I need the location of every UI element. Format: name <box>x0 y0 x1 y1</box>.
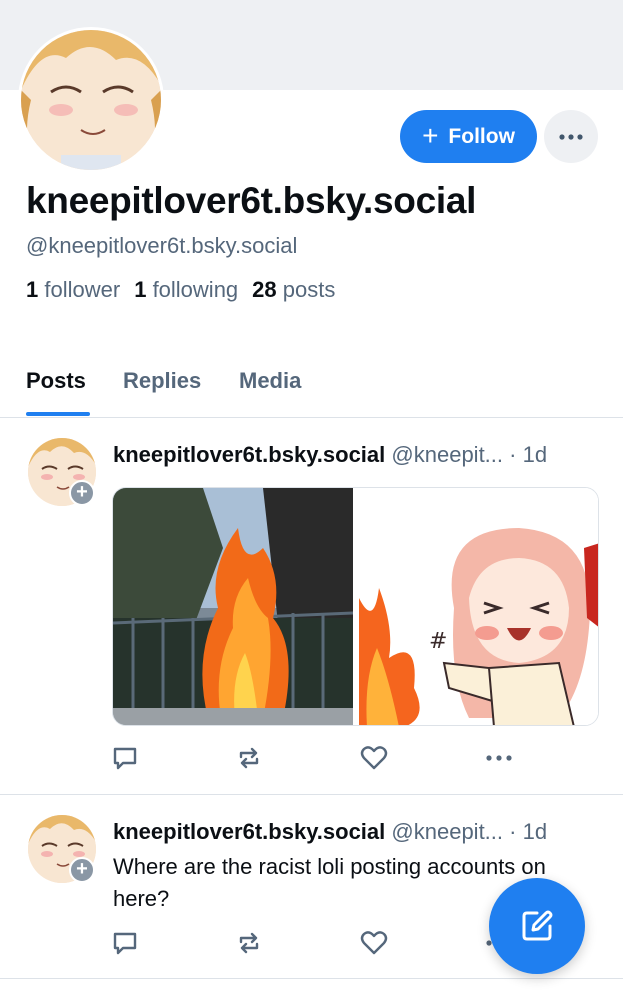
followers-label: follower <box>44 277 121 302</box>
repost-icon[interactable] <box>234 928 264 958</box>
reply-icon[interactable] <box>110 743 140 773</box>
like-icon[interactable] <box>359 928 389 958</box>
tab-posts[interactable]: Posts <box>26 368 86 394</box>
profile-handle: @kneepitlover6t.bsky.social <box>26 233 298 258</box>
follow-avatar-plus-icon[interactable]: + <box>69 857 95 883</box>
post-actions <box>110 928 530 958</box>
post-author[interactable]: kneepitlover6t.bsky.social <box>113 442 385 467</box>
following-stat[interactable]: 1 following <box>134 277 238 303</box>
follow-avatar-plus-icon[interactable]: + <box>69 480 95 506</box>
plus-icon: + <box>422 119 439 151</box>
post-time[interactable]: · 1d <box>509 442 547 467</box>
ellipsis-icon <box>559 133 583 140</box>
active-tab-indicator <box>26 412 90 416</box>
post-header: kneepitlover6t.bsky.social @kneepit... ·… <box>113 442 547 468</box>
tab-media[interactable]: Media <box>239 368 301 394</box>
profile-more-button[interactable] <box>544 110 598 163</box>
post-handle[interactable]: @kneepit... <box>391 442 503 467</box>
profile-tabs: Posts Replies Media <box>0 350 623 418</box>
posts-label: posts <box>282 277 336 302</box>
compose-icon <box>522 910 553 941</box>
post-image-fire[interactable] <box>113 488 353 725</box>
followers-stat[interactable]: 1 follower <box>26 277 120 303</box>
profile-stats: 1 follower 1 following 28 posts <box>26 277 335 303</box>
follow-button[interactable]: + Follow <box>400 110 537 163</box>
svg-text:#: # <box>429 629 447 654</box>
posts-count: 28 <box>252 277 277 302</box>
post-header: kneepitlover6t.bsky.social @kneepit... ·… <box>113 819 547 845</box>
reply-icon[interactable] <box>110 928 140 958</box>
tab-replies[interactable]: Replies <box>123 368 201 394</box>
post-author[interactable]: kneepitlover6t.bsky.social <box>113 819 385 844</box>
following-label: following <box>152 277 239 302</box>
like-icon[interactable] <box>359 743 389 773</box>
anime-character-sticker: # <box>359 488 598 725</box>
post-media-grid: # <box>112 487 599 726</box>
avatar-image <box>21 30 161 170</box>
post-image-sticker[interactable]: # <box>359 488 598 725</box>
post-actions <box>110 743 530 773</box>
followers-count: 1 <box>26 277 39 302</box>
post-time[interactable]: · 1d <box>509 819 547 844</box>
profile-avatar[interactable] <box>18 27 164 173</box>
compose-button[interactable] <box>489 878 585 974</box>
follow-label: Follow <box>448 124 515 148</box>
repost-icon[interactable] <box>234 743 264 773</box>
following-count: 1 <box>134 277 147 302</box>
ellipsis-icon[interactable] <box>484 743 514 773</box>
profile-display-name: kneepitlover6t.bsky.social <box>26 180 477 221</box>
posts-stat: 28 posts <box>252 277 335 303</box>
post-handle[interactable]: @kneepit... <box>391 819 503 844</box>
fire-photo <box>113 488 353 725</box>
